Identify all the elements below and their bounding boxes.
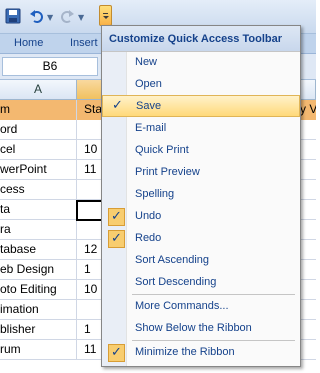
save-icon[interactable] — [4, 6, 22, 26]
cell[interactable]: werPoint — [0, 160, 77, 180]
menu-item-label: Save — [136, 100, 162, 112]
cell[interactable] — [77, 120, 103, 140]
menu-item-label: New — [135, 56, 158, 68]
menu-item-show-below-ribbon[interactable]: Show Below the Ribbon — [102, 318, 300, 340]
menu-item-label: E-mail — [135, 122, 167, 134]
menu-item-sort-ascending[interactable]: Sort Ascending — [102, 250, 300, 272]
menu-item-open[interactable]: Open — [102, 74, 300, 96]
cell[interactable]: rum — [0, 340, 77, 360]
cell[interactable] — [77, 180, 103, 200]
menu-separator — [132, 340, 295, 341]
menu-item-label: More Commands... — [135, 300, 229, 312]
menu-item-quick-print[interactable]: Quick Print — [102, 140, 300, 162]
undo-dropdown-icon[interactable]: ▼ — [47, 13, 53, 22]
cell[interactable]: 1 — [77, 260, 103, 280]
menu-title: Customize Quick Access Toolbar — [102, 26, 300, 52]
menu-item-label: Print Preview — [135, 166, 200, 178]
name-box[interactable]: B6 — [2, 57, 98, 76]
cell[interactable] — [77, 300, 103, 320]
column-header-a[interactable]: A — [0, 80, 77, 100]
cell[interactable]: eb Design — [0, 260, 77, 280]
cell[interactable]: tabase — [0, 240, 77, 260]
cell[interactable]: Sta — [77, 100, 103, 120]
menu-item-label: Undo — [135, 210, 162, 222]
menu-item-label: Spelling — [135, 188, 175, 200]
checkmark-icon: ✓ — [108, 344, 125, 362]
cell[interactable]: 10 — [77, 280, 103, 300]
checkmark-icon: ✓ — [108, 230, 125, 248]
customize-dropdown-icon[interactable] — [99, 5, 112, 26]
cell[interactable]: 11 — [77, 340, 103, 360]
checkmark-icon: ✓ — [108, 208, 125, 226]
menu-item-new[interactable]: New — [102, 52, 300, 74]
cell[interactable]: 1 — [77, 320, 103, 340]
checkmark-icon: ✓ — [112, 98, 123, 113]
cell[interactable]: blisher — [0, 320, 77, 340]
customize-qat-menu: Customize Quick Access Toolbar New Open … — [101, 25, 301, 367]
menu-item-email[interactable]: E-mail — [102, 118, 300, 140]
cell[interactable] — [77, 220, 103, 240]
cell[interactable]: ord — [0, 120, 77, 140]
cell[interactable]: m — [0, 100, 77, 120]
menu-item-more-commands[interactable]: More Commands... — [102, 296, 300, 318]
redo-dropdown-icon[interactable]: ▼ — [78, 13, 84, 22]
cell[interactable]: 11 — [77, 160, 103, 180]
cell[interactable]: cess — [0, 180, 77, 200]
menu-item-label: Redo — [135, 232, 162, 244]
undo-icon[interactable] — [26, 6, 48, 26]
menu-item-spelling[interactable]: Spelling — [102, 184, 300, 206]
redo-icon[interactable] — [56, 6, 78, 26]
cell[interactable]: ta — [0, 200, 77, 220]
cell[interactable]: cel — [0, 140, 77, 160]
active-cell-outline — [76, 200, 104, 221]
menu-item-label: Open — [135, 78, 162, 90]
menu-item-label: Show Below the Ribbon — [135, 322, 252, 334]
cell[interactable]: ra — [0, 220, 77, 240]
cell[interactable]: 12 — [77, 240, 103, 260]
menu-item-label: Sort Ascending — [135, 254, 209, 266]
menu-item-save[interactable]: ✓ Save — [102, 95, 300, 117]
menu-item-label: Minimize the Ribbon — [135, 346, 235, 358]
menu-item-redo[interactable]: ✓ Redo — [102, 228, 300, 250]
cell[interactable]: imation — [0, 300, 77, 320]
tab-home[interactable]: Home — [14, 37, 43, 49]
menu-item-print-preview[interactable]: Print Preview — [102, 162, 300, 184]
menu-item-undo[interactable]: ✓ Undo — [102, 206, 300, 228]
cell[interactable]: 10 — [77, 140, 103, 160]
menu-separator — [132, 294, 295, 295]
menu-item-sort-descending[interactable]: Sort Descending — [102, 272, 300, 294]
cell[interactable]: oto Editing — [0, 280, 77, 300]
menu-item-label: Quick Print — [135, 144, 189, 156]
menu-item-minimize-ribbon[interactable]: ✓ Minimize the Ribbon — [102, 342, 300, 364]
column-header-b[interactable] — [77, 80, 103, 100]
tab-insert[interactable]: Insert — [70, 37, 98, 49]
menu-item-label: Sort Descending — [135, 276, 217, 288]
